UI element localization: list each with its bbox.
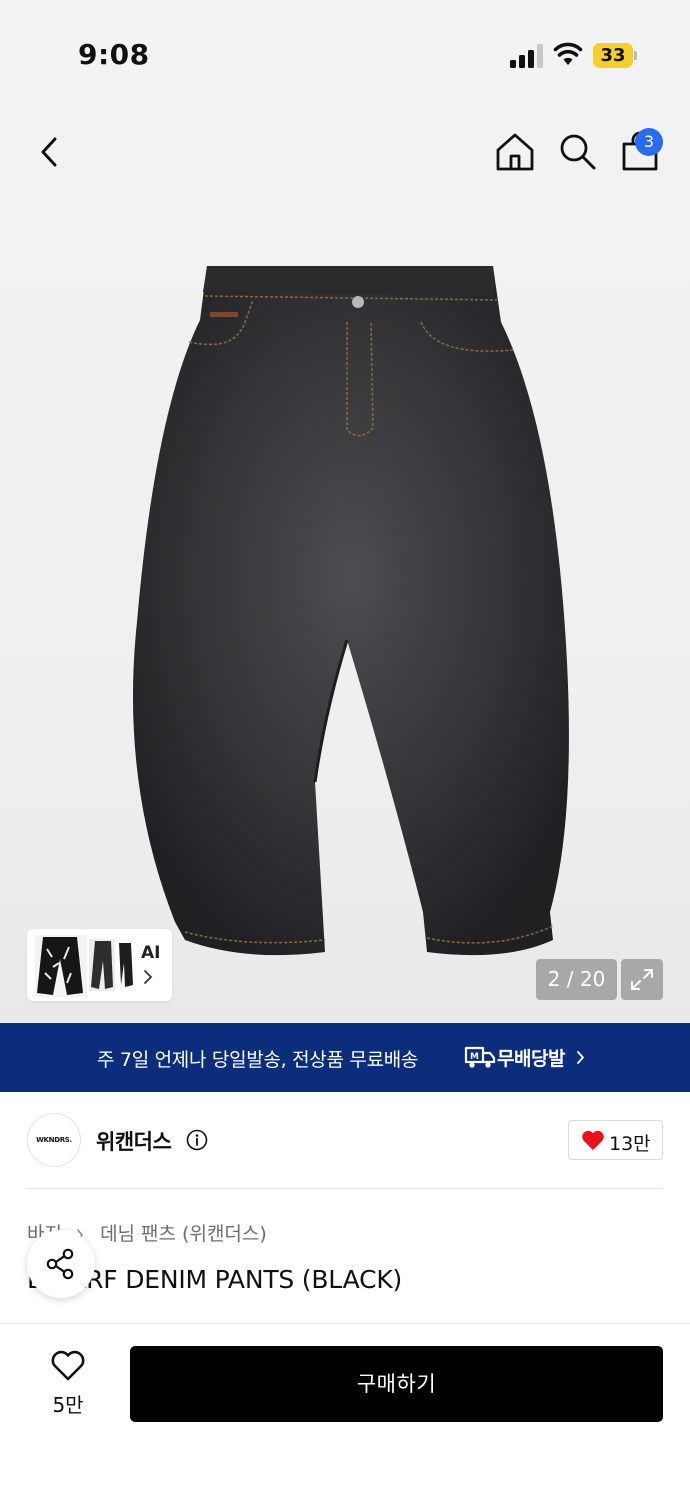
share-icon xyxy=(46,1248,74,1280)
svg-text:M: M xyxy=(470,1052,479,1062)
product-gallery[interactable]: 9:08 33 3 AI 2 / 20 xyxy=(0,0,690,1023)
brand-row[interactable]: WKNDRS. 위캔더스 13만 xyxy=(0,1092,690,1189)
cellular-signal-icon xyxy=(510,44,543,68)
wishlist-count: 5만 xyxy=(52,1393,84,1417)
info-icon[interactable] xyxy=(186,1129,208,1151)
brand-like-count: 13만 xyxy=(609,1133,651,1155)
battery-cap xyxy=(634,51,637,60)
search-icon[interactable] xyxy=(555,129,599,173)
ai-fit-preview[interactable]: AI xyxy=(27,929,172,1001)
product-image-jeans[interactable] xyxy=(125,262,575,974)
divider xyxy=(27,1188,663,1189)
heart-filled-icon xyxy=(582,1130,604,1150)
chevron-right-icon xyxy=(144,970,153,984)
bottom-action-bar: 5만 구매하기 xyxy=(0,1323,690,1500)
home-icon[interactable] xyxy=(493,129,537,173)
ai-label: AI xyxy=(141,943,161,963)
chevron-right-icon xyxy=(577,1051,585,1064)
delivery-truck-icon: M xyxy=(464,1046,496,1068)
back-button[interactable] xyxy=(30,130,70,174)
share-button[interactable] xyxy=(27,1230,95,1298)
brand-name[interactable]: 위캔더스 xyxy=(96,1126,172,1156)
free-shipping-banner[interactable]: 주 7일 언제나 당일발송, 전상품 무료배송 M 무배당발 xyxy=(0,1023,690,1092)
buy-button[interactable]: 구매하기 xyxy=(130,1346,663,1422)
wishlist-button[interactable]: 5만 xyxy=(30,1344,106,1424)
expand-icon xyxy=(631,969,653,990)
wifi-icon xyxy=(553,42,583,65)
status-time: 9:08 xyxy=(78,38,150,71)
status-bar: 9:08 33 xyxy=(0,0,690,110)
brand-logo[interactable]: WKNDRS. xyxy=(27,1113,81,1167)
image-counter: 2 / 20 xyxy=(536,959,617,1000)
battery-level: 33 xyxy=(593,43,633,68)
banner-brand: 무배당발 xyxy=(497,1048,565,1070)
brand-like-button[interactable]: 13만 xyxy=(568,1120,663,1160)
banner-text: 주 7일 언제나 당일발송, 전상품 무료배송 xyxy=(97,1049,419,1071)
ai-fit-thumbnails xyxy=(35,935,133,997)
heart-outline-icon xyxy=(51,1350,85,1381)
cart-count-badge: 3 xyxy=(635,128,663,156)
breadcrumb-subcategory[interactable]: 데님 팬츠 (위캔더스) xyxy=(100,1223,267,1245)
expand-button[interactable] xyxy=(621,959,663,1000)
battery-indicator: 33 xyxy=(593,43,637,68)
